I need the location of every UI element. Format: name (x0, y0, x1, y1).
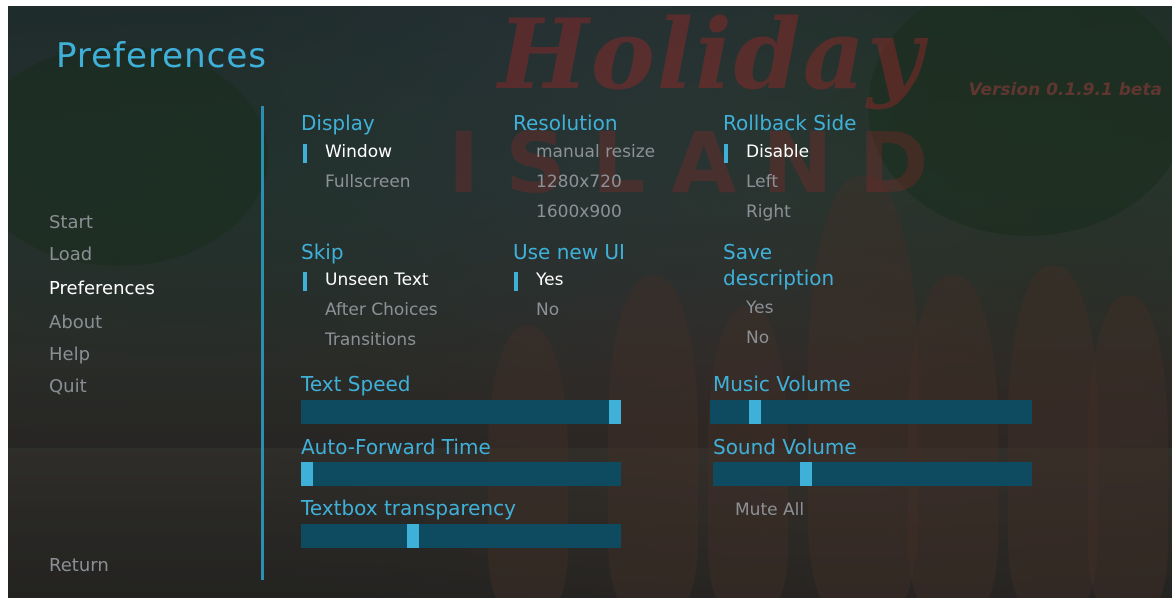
new-ui-heading: Use new UI (513, 240, 625, 264)
save-description-heading-line1: Save (723, 240, 773, 264)
music-volume-label: Music Volume (713, 372, 851, 396)
resolution-heading: Resolution (513, 111, 618, 135)
nav-preferences[interactable]: Preferences (49, 278, 155, 299)
textbox-transparency-slider[interactable] (301, 524, 621, 548)
display-heading: Display (301, 111, 375, 135)
display-option-window[interactable]: Window (303, 142, 392, 163)
text-speed-label: Text Speed (301, 372, 411, 396)
mute-all-button[interactable]: Mute All (735, 500, 804, 520)
resolution-option-1600x900[interactable]: 1600x900 (514, 202, 622, 222)
slider-thumb[interactable] (407, 524, 419, 548)
sound-volume-slider[interactable] (713, 462, 1032, 486)
new-ui-option-yes[interactable]: Yes (514, 270, 563, 291)
rollback-option-left[interactable]: Left (724, 172, 778, 192)
slider-thumb[interactable] (608, 400, 621, 424)
save-description-heading-line2: description (723, 266, 835, 290)
slider-thumb[interactable] (301, 462, 314, 486)
game-logo: Holiday ISLAND (428, 6, 988, 236)
rollback-option-right[interactable]: Right (724, 202, 791, 222)
display-option-fullscreen[interactable]: Fullscreen (303, 172, 411, 192)
nav-start[interactable]: Start (49, 212, 93, 233)
resolution-option-manual[interactable]: manual resize (514, 142, 655, 162)
rollback-heading: Rollback Side (723, 111, 857, 135)
skip-option-after-choices[interactable]: After Choices (303, 300, 438, 320)
slider-thumb[interactable] (749, 400, 762, 424)
nav-help[interactable]: Help (49, 344, 90, 365)
nav-return[interactable]: Return (49, 555, 109, 576)
new-ui-option-no[interactable]: No (514, 300, 559, 320)
page-title: Preferences (56, 36, 267, 76)
sound-volume-label: Sound Volume (713, 435, 857, 459)
save-description-option-yes[interactable]: Yes (724, 298, 773, 318)
menu-divider (261, 106, 264, 580)
music-volume-slider[interactable] (710, 400, 1032, 424)
textbox-transparency-label: Textbox transparency (301, 496, 516, 520)
save-description-option-no[interactable]: No (724, 328, 769, 348)
skip-option-unseen-text[interactable]: Unseen Text (303, 270, 429, 291)
skip-option-transitions[interactable]: Transitions (303, 330, 416, 350)
auto-forward-label: Auto-Forward Time (301, 435, 491, 459)
game-screen: Holiday ISLAND Preferences Version 0.1.9… (8, 6, 1172, 598)
nav-quit[interactable]: Quit (49, 376, 87, 397)
nav-load[interactable]: Load (49, 244, 92, 265)
skip-heading: Skip (301, 240, 344, 264)
version-label: Version 0.1.9.1 beta (968, 80, 1162, 100)
text-speed-slider[interactable] (301, 400, 621, 424)
rollback-option-disable[interactable]: Disable (724, 142, 809, 163)
auto-forward-slider[interactable] (301, 462, 621, 486)
slider-thumb[interactable] (799, 462, 812, 486)
resolution-option-1280x720[interactable]: 1280x720 (514, 172, 622, 192)
logo-word: Holiday (498, 6, 925, 111)
nav-about[interactable]: About (49, 312, 102, 333)
